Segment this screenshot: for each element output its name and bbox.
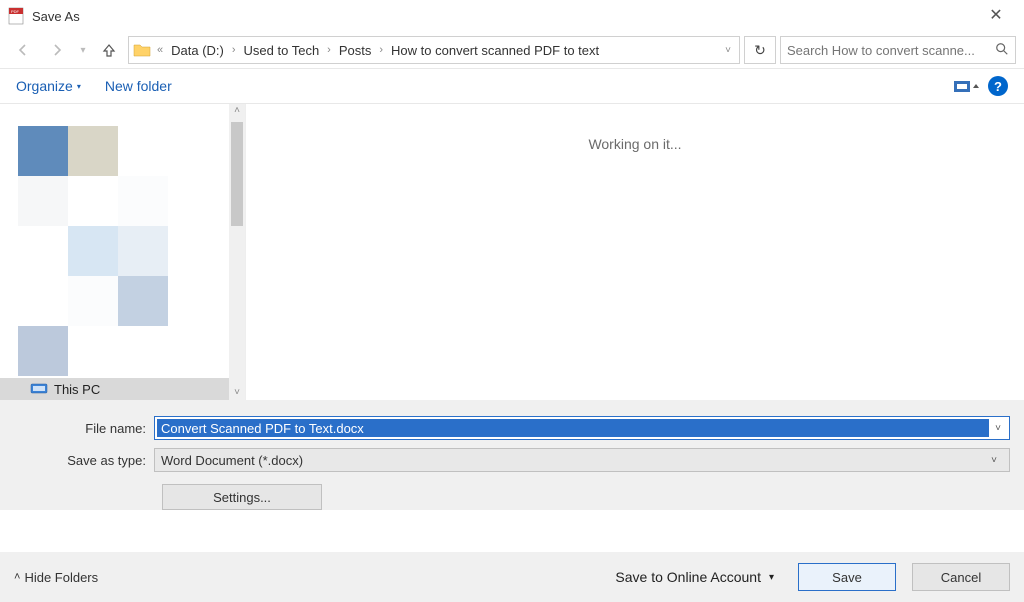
save-form: File name: ˅ Save as type: Word Document… — [0, 400, 1024, 510]
organize-label: Organize — [16, 78, 73, 94]
hide-folders-label: Hide Folders — [24, 570, 98, 585]
this-pc-icon — [30, 383, 48, 395]
crumb-overflow-icon[interactable]: « — [155, 44, 165, 56]
scroll-down-icon[interactable]: ˅ — [234, 386, 240, 400]
save-button[interactable]: Save — [798, 563, 896, 591]
address-dropdown-icon[interactable]: ˅ — [721, 45, 735, 56]
refresh-button[interactable]: ↻ — [744, 36, 776, 64]
save-as-type-value: Word Document (*.docx) — [161, 453, 985, 468]
save-as-type-label: Save as type: — [14, 453, 154, 468]
toolbar: Organize ▾ New folder ? — [0, 68, 1024, 104]
view-mode-button[interactable] — [954, 79, 974, 93]
file-name-input[interactable] — [157, 419, 989, 437]
type-dropdown-icon[interactable]: ˅ — [985, 450, 1003, 470]
back-button[interactable] — [8, 36, 38, 64]
chevron-up-icon: ˄ — [14, 571, 20, 583]
save-as-type-select[interactable]: Word Document (*.docx) ˅ — [154, 448, 1010, 472]
svg-text:PDF: PDF — [11, 9, 20, 14]
folder-icon — [133, 42, 151, 58]
forward-button[interactable] — [42, 36, 72, 64]
address-bar[interactable]: « Data (D:) › Used to Tech › Posts › How… — [128, 36, 740, 64]
tree-scrollbar[interactable]: ˄ ˅ — [229, 104, 245, 400]
scroll-up-icon[interactable]: ˄ — [234, 104, 240, 118]
crumb-posts[interactable]: Posts — [337, 43, 374, 58]
dropdown-caret-icon: ▾ — [769, 572, 774, 583]
tree-blurred-area — [0, 104, 245, 378]
file-name-dropdown-icon[interactable]: ˅ — [989, 418, 1007, 438]
navigation-tree[interactable]: This PC ˄ ˅ — [0, 104, 246, 400]
loading-status: Working on it... — [588, 136, 681, 400]
chevron-right-icon[interactable]: › — [230, 44, 238, 56]
save-online-button[interactable]: Save to Online Account ▾ — [615, 569, 774, 585]
chevron-right-icon[interactable]: › — [325, 44, 333, 56]
chevron-right-icon[interactable]: › — [377, 44, 385, 56]
search-icon[interactable] — [995, 42, 1009, 59]
this-pc-label: This PC — [54, 382, 100, 397]
body-split: This PC ˄ ˅ Working on it... — [0, 104, 1024, 400]
file-list-pane: Working on it... — [246, 104, 1024, 400]
new-folder-label: New folder — [105, 78, 172, 94]
scrollbar-thumb[interactable] — [231, 122, 243, 226]
crumb-data-d[interactable]: Data (D:) — [169, 43, 226, 58]
window-title: Save As — [32, 9, 80, 24]
crumb-used-to-tech[interactable]: Used to Tech — [242, 43, 322, 58]
cancel-label: Cancel — [941, 570, 981, 585]
up-button[interactable] — [94, 36, 124, 64]
recent-dropdown-icon[interactable]: ▾ — [76, 36, 90, 64]
nav-bar: ▾ « Data (D:) › Used to Tech › Posts › H… — [0, 32, 1024, 68]
file-name-combo[interactable]: ˅ — [154, 416, 1010, 440]
app-pdf-icon: PDF — [8, 7, 26, 25]
organize-button[interactable]: Organize ▾ — [16, 78, 81, 94]
file-name-label: File name: — [14, 421, 154, 436]
hide-folders-button[interactable]: ˄ Hide Folders — [14, 570, 98, 585]
footer: ˄ Hide Folders Save to Online Account ▾ … — [0, 552, 1024, 602]
cancel-button[interactable]: Cancel — [912, 563, 1010, 591]
crumb-current[interactable]: How to convert scanned PDF to text — [389, 43, 601, 58]
save-label: Save — [832, 570, 862, 585]
new-folder-button[interactable]: New folder — [105, 78, 172, 94]
search-input[interactable] — [787, 43, 991, 58]
dropdown-caret-icon: ▾ — [77, 82, 81, 91]
settings-label: Settings... — [213, 490, 271, 505]
search-box[interactable] — [780, 36, 1016, 64]
tree-item-this-pc[interactable]: This PC — [0, 378, 245, 400]
title-bar: PDF Save As ✕ — [0, 0, 1024, 32]
close-button[interactable]: ✕ — [976, 0, 1016, 32]
help-button[interactable]: ? — [988, 76, 1008, 96]
settings-button[interactable]: Settings... — [162, 484, 322, 510]
save-online-label: Save to Online Account — [615, 569, 761, 585]
